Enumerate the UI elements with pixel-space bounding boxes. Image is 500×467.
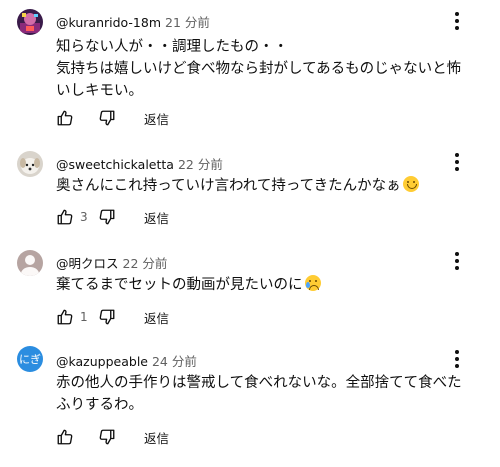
like-icon[interactable]	[56, 428, 74, 446]
avatar[interactable]: にぎ	[17, 346, 43, 372]
comment-text: 知らない人が・・調理したもの・・ 気持ちは嬉しいけど食べ物なら封がしてあるものじ…	[56, 36, 476, 102]
like-count: 1	[80, 310, 88, 324]
dislike-icon[interactable]	[98, 308, 116, 326]
comment-text: 棄てるまでセットの動画が見たいのに	[56, 274, 476, 296]
reply-button[interactable]: 返信	[144, 428, 169, 447]
dislike-icon[interactable]	[98, 428, 116, 446]
more-options-icon[interactable]	[451, 347, 463, 371]
like-count: 3	[80, 210, 88, 224]
reply-button[interactable]: 返信	[144, 109, 169, 128]
dislike-icon[interactable]	[98, 109, 116, 127]
comment-author[interactable]: @sweetchickaletta	[56, 157, 174, 172]
comment-header: @kazuppeable 24 分前	[56, 351, 197, 370]
crying-face-emoji	[304, 275, 321, 291]
comment-actions: 1 返信	[56, 307, 169, 327]
dog-avatar-icon[interactable]	[17, 151, 43, 177]
comment-time[interactable]: 21 分前	[165, 15, 210, 30]
comment-author[interactable]: @kazuppeable	[56, 354, 148, 369]
comment-line: 赤の他人の手作りは警戒して食べれないな。全部捨てて食べた	[56, 375, 462, 391]
comment-text: 奥さんにこれ持っていけ言われて持ってきたんかなぁ	[56, 175, 476, 197]
comment-line: 奥さんにこれ持っていけ言われて持ってきたんかなぁ	[56, 178, 401, 194]
dislike-icon[interactable]	[98, 208, 116, 226]
more-options-icon[interactable]	[451, 150, 463, 174]
comment-header: @明クロス 22 分前	[56, 253, 167, 272]
default-person-avatar-icon[interactable]	[17, 250, 43, 276]
comment-line: 棄てるまでセットの動画が見たいのに	[56, 277, 303, 293]
smiling-face-emoji	[402, 176, 419, 192]
reply-button[interactable]: 返信	[144, 208, 169, 227]
avatar-initials: にぎ	[19, 353, 41, 366]
comment-header: @sweetchickaletta 22 分前	[56, 154, 223, 173]
comment-author[interactable]: @明クロス	[56, 256, 119, 271]
comment-line: ふりするわ。	[56, 397, 143, 413]
like-icon[interactable]	[56, 109, 74, 127]
comment-line: 気持ちは嬉しいけど食べ物なら封がしてあるものじゃないと怖	[56, 61, 462, 77]
comment-actions: 返信	[56, 108, 169, 128]
gamer-avatar-icon[interactable]	[17, 9, 43, 35]
like-icon[interactable]	[56, 208, 74, 226]
comment-text: 赤の他人の手作りは警戒して食べれないな。全部捨てて食べた ふりするわ。	[56, 372, 476, 416]
comment-header: @kuranrido-18m 21 分前	[56, 12, 210, 31]
like-icon[interactable]	[56, 308, 74, 326]
comment-actions: 返信	[56, 427, 169, 447]
reply-button[interactable]: 返信	[144, 308, 169, 327]
more-options-icon[interactable]	[451, 249, 463, 273]
comment-actions: 3 返信	[56, 207, 169, 227]
comment-time[interactable]: 24 分前	[152, 354, 197, 369]
comment-time[interactable]: 22 分前	[178, 157, 223, 172]
comment-line: 知らない人が・・調理したもの・・	[56, 39, 288, 55]
comment-time[interactable]: 22 分前	[123, 256, 168, 271]
more-options-icon[interactable]	[451, 9, 463, 33]
comment-author[interactable]: @kuranrido-18m	[56, 15, 161, 30]
comment-line: いしキモい。	[56, 83, 143, 99]
